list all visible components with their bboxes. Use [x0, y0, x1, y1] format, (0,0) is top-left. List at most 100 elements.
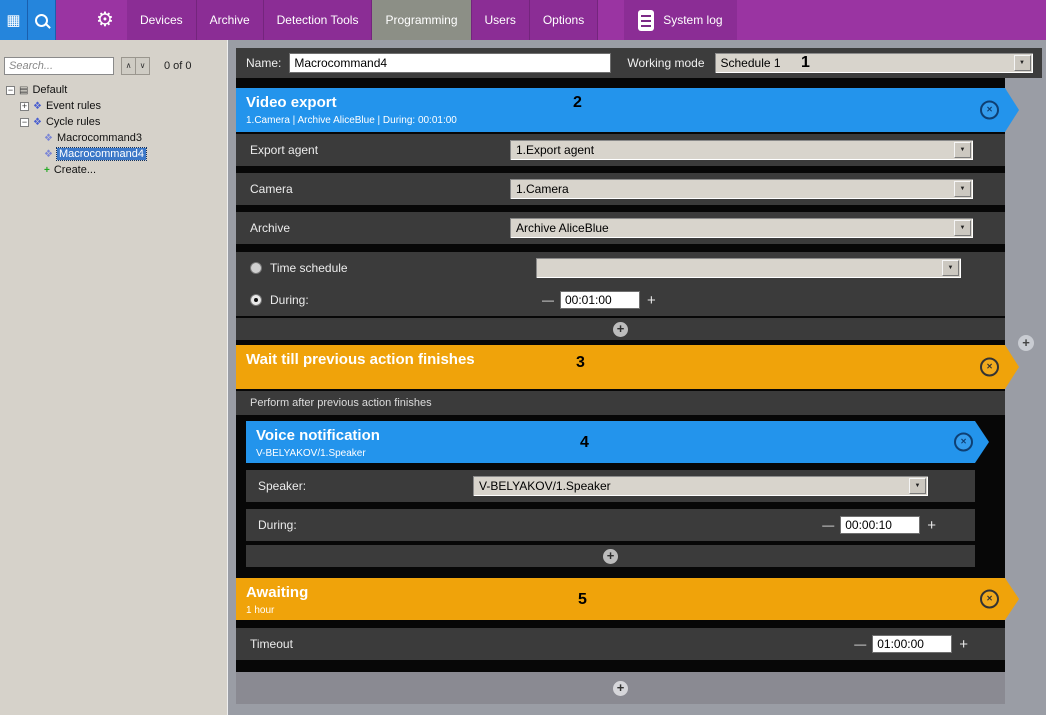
working-mode-dropdown[interactable]: Schedule 1 ▼: [715, 53, 1033, 73]
chevron-down-icon[interactable]: ▼: [1014, 55, 1031, 71]
collapse-expander-icon[interactable]: −: [20, 118, 29, 127]
insert-action-side-button[interactable]: +: [1018, 335, 1034, 351]
camera-row: Camera 1.Camera ▼: [236, 173, 1005, 205]
time-schedule-radio[interactable]: [250, 262, 262, 274]
time-schedule-dropdown[interactable]: ▼: [536, 258, 961, 278]
chevron-down-icon[interactable]: ▼: [909, 478, 926, 494]
increment-icon[interactable]: +: [927, 517, 936, 534]
camera-dropdown[interactable]: 1.Camera ▼: [510, 179, 973, 199]
main-tabs: Devices Archive Detection Tools Programm…: [127, 0, 598, 40]
settings-gear-icon[interactable]: ⚙: [96, 10, 114, 30]
system-log-icon: [638, 10, 654, 31]
tab-devices[interactable]: Devices: [127, 0, 197, 40]
search-input[interactable]: [4, 57, 114, 75]
close-icon[interactable]: ×: [980, 101, 999, 120]
tab-users[interactable]: Users: [472, 0, 530, 40]
tree-node-macrocommand3[interactable]: ❖ Macrocommand3: [0, 130, 228, 146]
voice-during-time-input[interactable]: [840, 516, 920, 534]
tree-label-event-rules: Event rules: [46, 100, 101, 112]
decrement-icon[interactable]: —: [822, 518, 834, 532]
annotation-5: 5: [578, 591, 587, 609]
tab-detection-tools[interactable]: Detection Tools: [264, 0, 373, 40]
archive-row: Archive Archive AliceBlue ▼: [236, 212, 1005, 244]
timeout-time-input[interactable]: [872, 635, 952, 653]
during-time-input[interactable]: [560, 291, 640, 309]
video-export-header: Video export 1.Camera | Archive AliceBlu…: [236, 88, 1019, 132]
collapse-expander-icon[interactable]: −: [6, 86, 15, 95]
add-action-button[interactable]: +: [613, 681, 628, 696]
tab-options[interactable]: Options: [530, 0, 598, 40]
close-icon[interactable]: ×: [980, 590, 999, 609]
system-log-button[interactable]: System log: [624, 0, 736, 40]
voice-notification-header: Voice notification V-BELYAKOV/1.Speaker …: [246, 421, 989, 463]
increment-icon[interactable]: +: [647, 292, 656, 309]
close-icon[interactable]: ×: [980, 358, 999, 377]
speaker-row: Speaker: V-BELYAKOV/1.Speaker ▼: [246, 470, 975, 502]
close-icon[interactable]: ×: [954, 433, 973, 452]
tree-label-macrocommand4: Macrocommand4: [57, 148, 146, 160]
decrement-icon[interactable]: —: [854, 637, 866, 651]
working-mode-value: Schedule 1: [715, 56, 1014, 70]
timeout-label: Timeout: [236, 637, 293, 651]
voice-during-label: During:: [246, 518, 297, 532]
tree-label-default: Default: [32, 84, 67, 96]
tab-programming[interactable]: Programming: [372, 0, 471, 40]
chevron-down-icon[interactable]: ▼: [942, 260, 959, 276]
speaker-dropdown[interactable]: V-BELYAKOV/1.Speaker ▼: [473, 476, 928, 496]
timeout-row: Timeout — +: [236, 628, 1005, 660]
magnifier-icon: [35, 14, 48, 27]
quick-launch-tiles: ▦: [0, 0, 56, 40]
search-nav-buttons: ∧ ∨: [121, 57, 150, 75]
add-action-button[interactable]: +: [613, 322, 628, 337]
rules-tree: − ▤ Default + ❖ Event rules − ❖ Cycle ru…: [0, 82, 228, 178]
chevron-down-icon[interactable]: ▼: [954, 220, 971, 236]
time-schedule-label: Time schedule: [270, 261, 536, 275]
during-radio[interactable]: [250, 294, 262, 306]
timeout-controls: — +: [848, 635, 1005, 653]
video-export-subtitle: 1.Camera | Archive AliceBlue | During: 0…: [236, 111, 1019, 126]
tree-node-default[interactable]: − ▤ Default: [0, 82, 228, 98]
archive-value: Archive AliceBlue: [510, 221, 954, 235]
tree-node-create[interactable]: + Create...: [0, 162, 228, 178]
working-mode-label: Working mode: [627, 56, 704, 70]
increment-icon[interactable]: +: [959, 636, 968, 653]
search-prev-button[interactable]: ∧: [121, 57, 136, 75]
awaiting-title: Awaiting: [236, 578, 1019, 601]
tree-label-create: Create...: [54, 164, 96, 176]
cycle-rules-icon: ❖: [33, 117, 42, 128]
expand-expander-icon[interactable]: +: [20, 102, 29, 111]
export-agent-row: Export agent 1.Export agent ▼: [236, 134, 1005, 166]
macrocommand-icon: ❖: [44, 149, 53, 160]
search-tile-button[interactable]: [28, 0, 56, 40]
folder-default-icon: ▤: [19, 85, 28, 96]
awaiting-subtitle: 1 hour: [236, 601, 1019, 616]
during-label: During:: [270, 293, 536, 307]
video-export-title: Video export: [236, 88, 1019, 111]
tab-archive[interactable]: Archive: [197, 0, 264, 40]
name-label: Name:: [246, 56, 281, 70]
tree-node-macrocommand4-selected[interactable]: ❖ Macrocommand4: [0, 146, 228, 162]
chevron-down-icon[interactable]: ▼: [954, 181, 971, 197]
camera-value: 1.Camera: [510, 182, 954, 196]
add-action-button[interactable]: +: [603, 549, 618, 564]
chevron-down-icon[interactable]: ▼: [954, 142, 971, 158]
voice-notification-subtitle: V-BELYAKOV/1.Speaker: [246, 444, 989, 459]
apps-grid-button[interactable]: ▦: [0, 0, 28, 40]
wait-block-header: Wait till previous action finishes ×: [236, 345, 1019, 389]
during-row: During: — +: [236, 284, 1005, 316]
annotation-4: 4: [580, 434, 589, 452]
speaker-value: V-BELYAKOV/1.Speaker: [473, 479, 909, 493]
voice-during-row: During: — +: [246, 509, 975, 541]
voice-notification-title: Voice notification: [246, 421, 989, 444]
grid-icon: ▦: [6, 11, 20, 29]
awaiting-header: Awaiting 1 hour ×: [236, 578, 1019, 620]
macro-name-input[interactable]: [289, 53, 611, 73]
tree-node-cycle-rules[interactable]: − ❖ Cycle rules: [0, 114, 228, 130]
create-plus-icon: +: [44, 165, 50, 176]
archive-dropdown[interactable]: Archive AliceBlue ▼: [510, 218, 973, 238]
wait-note-label: Perform after previous action finishes: [250, 397, 432, 409]
export-agent-dropdown[interactable]: 1.Export agent ▼: [510, 140, 973, 160]
tree-node-event-rules[interactable]: + ❖ Event rules: [0, 98, 228, 114]
search-next-button[interactable]: ∨: [135, 57, 150, 75]
decrement-icon[interactable]: —: [542, 293, 554, 307]
